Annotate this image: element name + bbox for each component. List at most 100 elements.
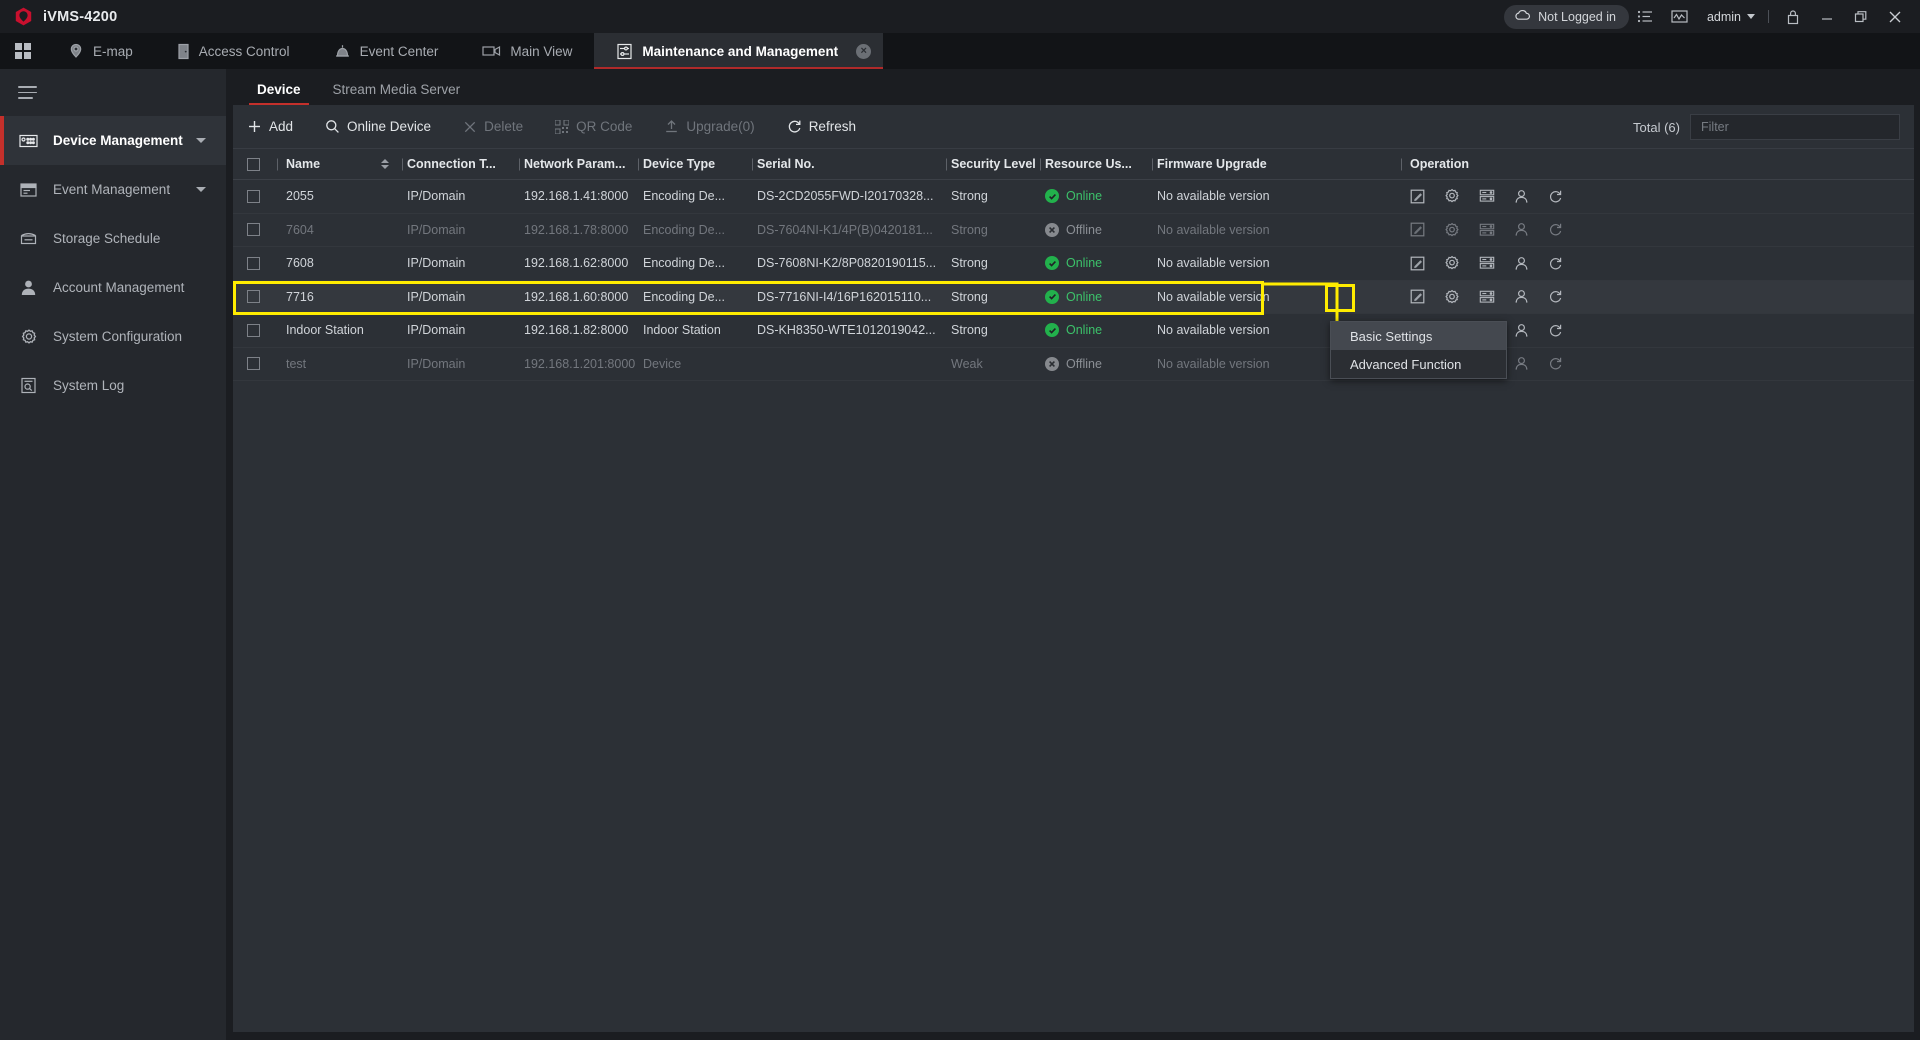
column-divider: |: [398, 157, 407, 171]
operation-edit-icon[interactable]: [1410, 189, 1425, 204]
close-icon[interactable]: ×: [856, 44, 871, 59]
column-header-serial-no[interactable]: Serial No.: [757, 157, 942, 171]
operation-person-icon[interactable]: [1514, 323, 1529, 338]
resource-status-label: Offline: [1066, 223, 1102, 237]
table-row[interactable]: |Indoor Station|IP/Domain|192.168.1.82:8…: [233, 314, 1914, 348]
sidebar-item-system-configuration[interactable]: System Configuration: [0, 312, 226, 361]
cell-security-level: Strong: [951, 256, 1036, 270]
sidebar-item-system-log[interactable]: System Log: [0, 361, 226, 410]
nav-label: Main View: [510, 44, 572, 59]
column-header-resource-usage[interactable]: Resource Us...: [1045, 157, 1148, 171]
operation-gear-icon[interactable]: [1444, 222, 1460, 238]
refresh-button[interactable]: Refresh: [787, 119, 872, 134]
hamburger-menu-icon[interactable]: [0, 69, 226, 116]
operation-gear-icon[interactable]: [1444, 188, 1460, 204]
login-status-button[interactable]: Not Logged in: [1504, 5, 1629, 29]
checkbox-box[interactable]: [247, 324, 260, 337]
app-grid-icon[interactable]: [0, 33, 46, 69]
operation-edit-icon[interactable]: [1410, 222, 1425, 237]
operation-server-icon[interactable]: [1479, 256, 1495, 270]
window-controls: Not Logged in admin: [1504, 0, 1920, 33]
operation-refresh-icon[interactable]: [1548, 323, 1563, 338]
sort-arrows-icon[interactable]: [372, 159, 398, 169]
column-header-network-param[interactable]: Network Param...: [524, 157, 634, 171]
operation-person-icon[interactable]: [1514, 189, 1529, 204]
nav-item-event-center[interactable]: Event Center: [312, 33, 461, 69]
row-checkbox[interactable]: [233, 324, 273, 337]
checkbox-box[interactable]: [247, 357, 260, 370]
column-header-operation[interactable]: Operation: [1406, 157, 1914, 171]
operation-refresh-icon[interactable]: [1548, 256, 1563, 271]
column-header-security-level[interactable]: Security Level: [951, 157, 1036, 171]
nav-item-access-control[interactable]: Access Control: [155, 33, 312, 69]
filter-input-wrapper[interactable]: [1690, 114, 1900, 140]
checkbox-box[interactable]: [247, 290, 260, 303]
cell-network-param: 192.168.1.60:8000: [524, 290, 634, 304]
operation-person-icon[interactable]: [1514, 222, 1529, 237]
nav-item-main-view[interactable]: Main View: [460, 33, 594, 69]
sidebar-item-device-management[interactable]: Device Management: [0, 116, 226, 165]
add-button[interactable]: Add: [247, 119, 309, 134]
table-row[interactable]: |7716|IP/Domain|192.168.1.60:8000|Encodi…: [233, 281, 1914, 315]
cell-connection-type: IP/Domain: [407, 290, 515, 304]
operation-server-icon[interactable]: [1479, 290, 1495, 304]
row-checkbox[interactable]: [233, 290, 273, 303]
operation-refresh-icon[interactable]: [1548, 222, 1563, 237]
row-checkbox[interactable]: [233, 257, 273, 270]
tab-device[interactable]: Device: [241, 82, 317, 105]
column-header-name[interactable]: Name: [282, 157, 372, 171]
row-checkbox[interactable]: [233, 190, 273, 203]
operation-gear-icon[interactable]: [1444, 255, 1460, 271]
divider: [1768, 10, 1769, 23]
table-row[interactable]: |test|IP/Domain|192.168.1.201:8000|Devic…: [233, 348, 1914, 382]
context-menu-item-basic-settings[interactable]: Basic Settings: [1331, 322, 1506, 350]
sidebar-item-storage-schedule[interactable]: Storage Schedule: [0, 214, 226, 263]
list-icon[interactable]: [1629, 0, 1663, 33]
operation-refresh-icon[interactable]: [1548, 189, 1563, 204]
qr-code-button[interactable]: QR Code: [555, 119, 648, 134]
table-row[interactable]: |2055|IP/Domain|192.168.1.41:8000|Encodi…: [233, 180, 1914, 214]
column-header-connection-type[interactable]: Connection T...: [407, 157, 515, 171]
checkbox-box[interactable]: [247, 223, 260, 236]
delete-button[interactable]: Delete: [463, 119, 539, 134]
operation-gear-icon[interactable]: [1444, 289, 1460, 305]
tab-stream-media-server[interactable]: Stream Media Server: [317, 82, 477, 105]
sidebar-item-event-management[interactable]: Event Management: [0, 165, 226, 214]
operation-person-icon[interactable]: [1514, 256, 1529, 271]
nav-label: E-map: [93, 44, 133, 59]
online-device-button[interactable]: Online Device: [325, 119, 447, 134]
cell-device-type: Encoding De...: [643, 189, 748, 203]
minimize-icon[interactable]: [1810, 0, 1844, 33]
cell-resource-usage: Offline: [1045, 223, 1148, 237]
table-row[interactable]: |7604|IP/Domain|192.168.1.78:8000|Encodi…: [233, 214, 1914, 248]
upgrade-button[interactable]: Upgrade(0): [664, 119, 770, 134]
close-icon[interactable]: [1878, 0, 1912, 33]
operation-refresh-icon[interactable]: [1548, 356, 1563, 371]
sidebar-item-account-management[interactable]: Account Management: [0, 263, 226, 312]
context-menu-item-advanced-function[interactable]: Advanced Function: [1331, 350, 1506, 378]
operation-server-icon[interactable]: [1479, 223, 1495, 237]
user-menu[interactable]: admin: [1697, 0, 1761, 33]
operation-server-icon[interactable]: [1479, 189, 1495, 203]
checkbox-box[interactable]: [247, 257, 260, 270]
operation-edit-icon[interactable]: [1410, 256, 1425, 271]
nav-item-maintenance-and-management[interactable]: Maintenance and Management ×: [594, 33, 883, 69]
filter-input[interactable]: [1701, 120, 1889, 134]
chart-monitor-icon[interactable]: [1663, 0, 1697, 33]
operation-person-icon[interactable]: [1514, 289, 1529, 304]
checkbox-box[interactable]: [247, 190, 260, 203]
row-checkbox[interactable]: [233, 223, 273, 236]
operation-edit-icon[interactable]: [1410, 289, 1425, 304]
column-header-device-type[interactable]: Device Type: [643, 157, 748, 171]
device-context-menu[interactable]: Basic Settings Advanced Function: [1330, 321, 1507, 379]
lock-icon[interactable]: [1776, 0, 1810, 33]
operation-refresh-icon[interactable]: [1548, 289, 1563, 304]
select-all-checkbox[interactable]: [233, 158, 273, 171]
nav-item-emap[interactable]: E-map: [46, 33, 155, 69]
restore-window-icon[interactable]: [1844, 0, 1878, 33]
row-checkbox[interactable]: [233, 357, 273, 370]
operation-person-icon[interactable]: [1514, 356, 1529, 371]
table-row[interactable]: |7608|IP/Domain|192.168.1.62:8000|Encodi…: [233, 247, 1914, 281]
column-header-firmware-upgrade[interactable]: Firmware Upgrade: [1157, 157, 1397, 171]
content-tabstrip: Device Stream Media Server: [227, 69, 1920, 105]
